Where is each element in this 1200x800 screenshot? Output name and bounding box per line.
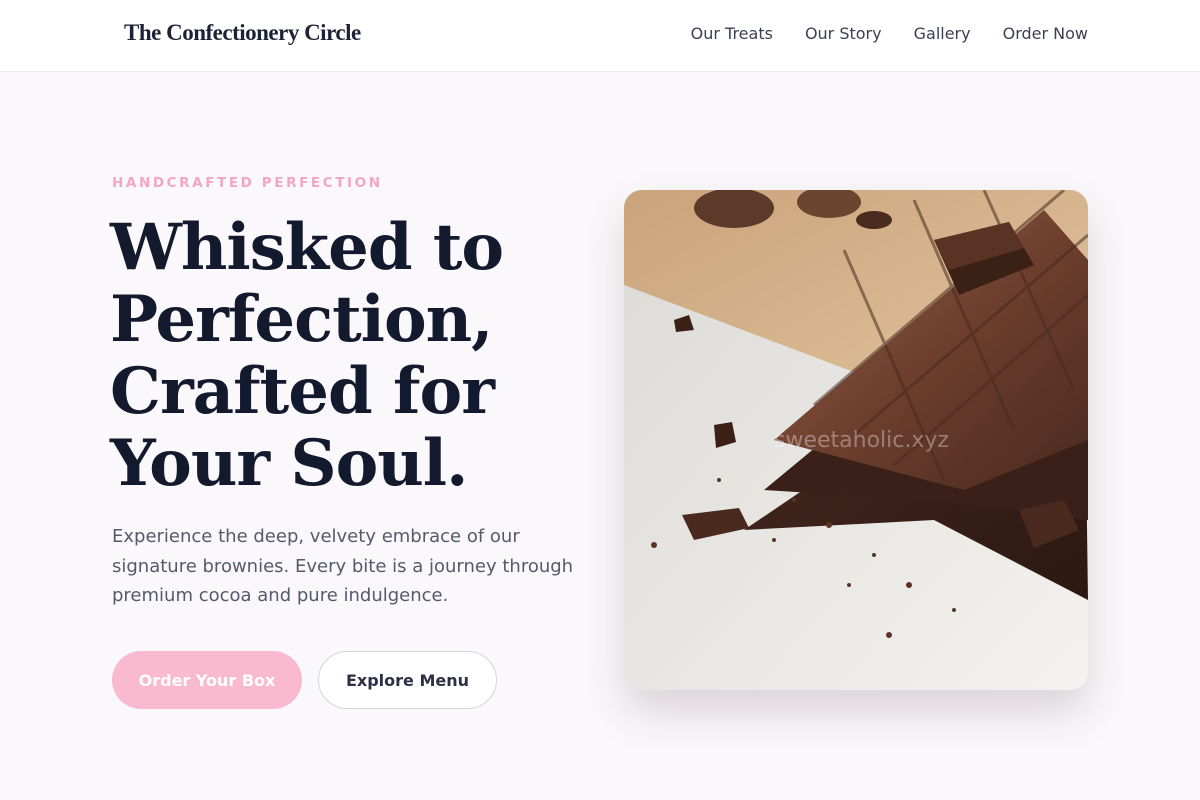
brand-logo[interactable]: The Confectionery Circle — [124, 20, 361, 46]
site-header: The Confectionery Circle Our Treats Our … — [0, 0, 1200, 72]
hero-title-line: Perfection, — [110, 282, 493, 357]
hero-title-line: Crafted for — [110, 354, 495, 429]
nav-gallery[interactable]: Gallery — [914, 23, 971, 45]
nav-order-now[interactable]: Order Now — [1003, 23, 1088, 45]
hero-title: Whisked to Perfection, Crafted for Your … — [110, 212, 610, 500]
main-nav: Our Treats Our Story Gallery Order Now — [691, 23, 1088, 45]
image-watermark: sweetaholic.xyz — [774, 428, 949, 453]
hero-title-line: Whisked to — [110, 210, 504, 285]
explore-menu-button[interactable]: Explore Menu — [318, 651, 497, 709]
hero-eyebrow: HANDCRAFTED PERFECTION — [112, 175, 383, 191]
nav-our-treats[interactable]: Our Treats — [691, 23, 773, 45]
hero-title-line: Your Soul. — [110, 426, 468, 501]
order-your-box-button[interactable]: Order Your Box — [112, 651, 302, 709]
hero-description: Experience the deep, velvety embrace of … — [112, 526, 574, 606]
nav-our-story[interactable]: Our Story — [805, 23, 882, 45]
hero-image: sweetaholic.xyz — [624, 190, 1088, 690]
